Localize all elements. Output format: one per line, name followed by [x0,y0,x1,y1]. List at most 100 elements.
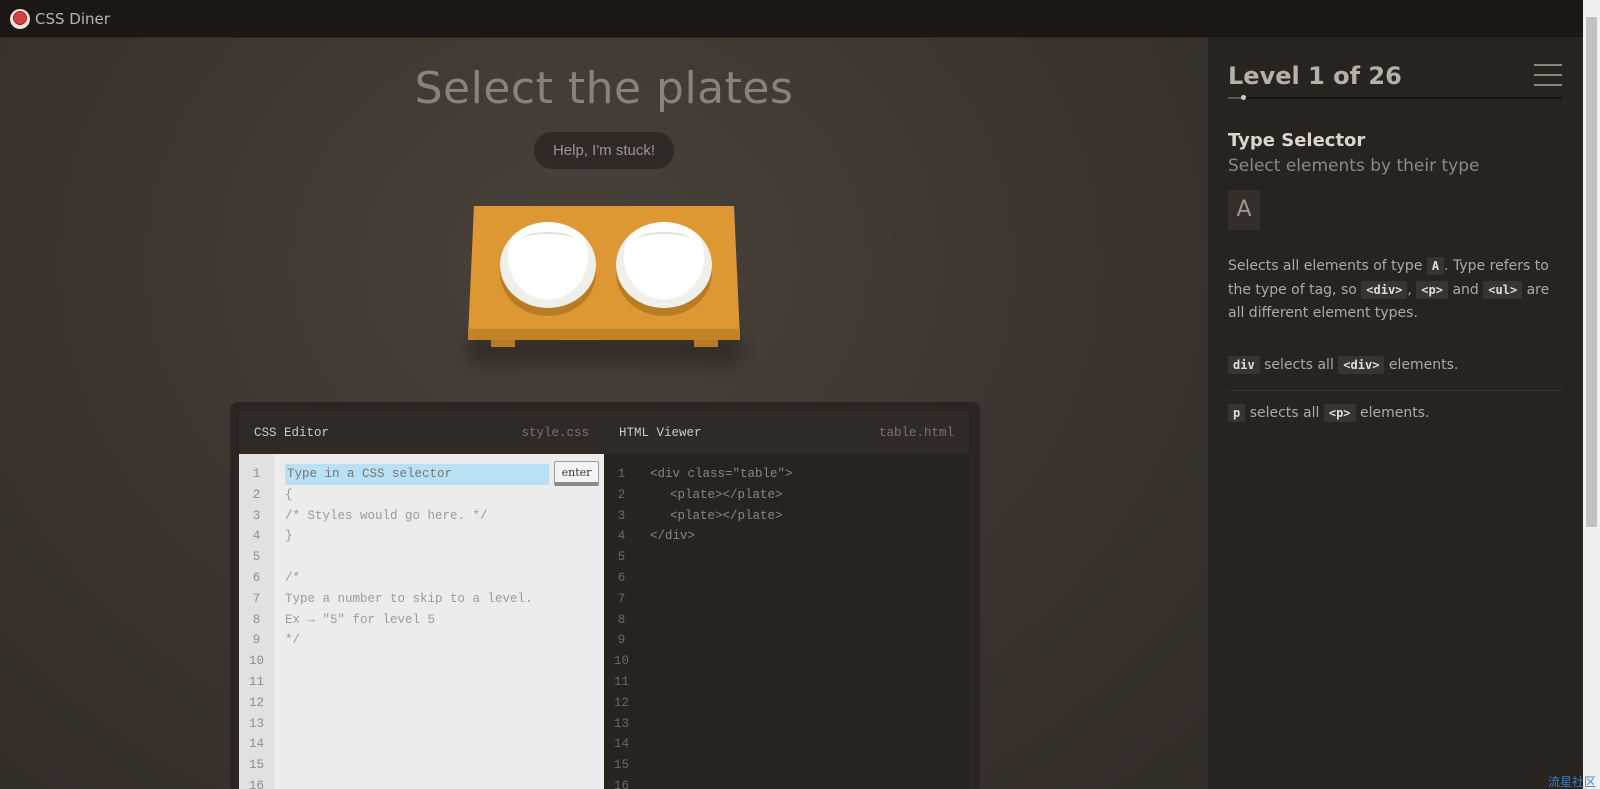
css-editor-body: 12345678910111213141516 enter { /* Style… [239,454,604,789]
css-code: { /* Styles would go here. */ } /* Type … [285,485,596,651]
help-button[interactable]: Help, I'm stuck! [534,132,674,169]
text: selects all [1249,405,1320,421]
text: Selects all elements of type [1228,258,1423,274]
app-title: CSS Diner [35,10,110,28]
code-line: } [285,529,293,544]
table-edge [468,329,740,340]
text: and [1452,281,1479,298]
code-tag: A [1426,257,1445,275]
enter-button[interactable]: enter [554,461,599,486]
code-line: { [285,487,293,502]
code-line: */ [285,633,301,648]
code-tag: <ul> [1483,280,1523,299]
css-filename: style.css [521,425,589,440]
line-number: 11 [613,674,629,689]
line-number: 1 [617,467,626,481]
progress-marker [1241,95,1246,100]
line-number: 2 [617,487,626,502]
css-editor-header: CSS Editor style.css [239,411,604,454]
line-number: 9 [252,633,261,648]
code-tag: <p> [1416,280,1448,299]
css-editor-title: CSS Editor [254,425,330,440]
code-tag: p [1228,404,1246,422]
table-leg-left [491,340,515,347]
code-line[interactable]: <div class="table"> [650,464,961,485]
line-number: 6 [252,570,261,585]
progress-fill [1228,97,1241,99]
line-number: 8 [617,612,626,627]
logo-icon [10,9,30,29]
line-number: 12 [613,695,629,710]
line-number: 7 [617,591,626,606]
code-tag: div [1228,356,1260,374]
line-number: 12 [248,695,264,710]
divider [1228,390,1562,391]
code-line[interactable]: <plate></plate> [650,485,961,506]
code-line: /* Styles would go here. */ [285,508,488,523]
scrollbar[interactable] [1583,0,1600,789]
example-div: div selects all <div> elements. [1228,356,1562,374]
table-leg-right [694,340,718,347]
code-line: Type a number to skip to a level. [285,591,533,606]
line-number: 10 [613,654,629,669]
html-viewer-body: 1 2 3 4 5 6 7 8 9 10 11 12 13 14 15 16 <div class="tabl… [604,454,969,789]
selector-syntax: A [1228,190,1260,230]
line-number: 5 [617,550,626,565]
line-number: 1 [252,467,261,481]
html-viewer-pane: HTML Viewer table.html 1 2 3 4 5 6 7 8 9 10 11 12 13… [604,411,969,789]
text: elements. [1359,405,1430,421]
code-line[interactable]: </div> [650,526,961,547]
line-number: 13 [613,716,629,731]
line-number: 15 [248,758,264,773]
watermark: 流星社区 [1548,775,1597,789]
text: , [1407,281,1412,298]
selector-explanation: Selects all elements of type A. Type ref… [1228,255,1568,326]
level-instruction: Select the plates [414,63,794,114]
css-line-numbers: 1 2 3 4 5 6 7 8 9 10 11 12 13 14 15 16 [239,454,274,789]
line-number: 14 [248,737,264,752]
code-line: Ex → "5" for level 5 [285,612,436,627]
line-number: 14 [613,737,629,752]
line-number: 5 [252,550,261,565]
css-selector-input[interactable] [285,464,549,485]
line-number: 13 [248,716,264,731]
line-number: 9 [617,633,626,648]
top-bar: CSS Diner [0,0,1583,38]
html-code: <div class="table"> <plate></plate> <pla… [650,464,961,547]
line-number: 8 [252,612,261,627]
plate-1 [500,222,596,308]
code-tag: <p> [1323,404,1356,422]
line-number: 4 [617,529,626,544]
line-number: 16 [248,778,264,789]
css-editor-pane: CSS Editor style.css 1 2 3 4 5 6 7 8 9 10 11 12 13 14… [239,411,604,789]
line-number: 2 [252,487,261,502]
html-line-numbers: 1 2 3 4 5 6 7 8 9 10 11 12 13 14 15 16 [604,454,639,789]
code-tag: <div> [1361,280,1408,299]
scrollbar-thumb[interactable] [1586,17,1597,527]
line-number: 7 [252,591,261,606]
example-p: p selects all <p> elements. [1228,404,1562,422]
level-indicator: Level 1 of 26 [1228,62,1402,90]
hamburger-menu-icon[interactable] [1534,64,1562,86]
line-number: 10 [248,654,264,669]
code-line[interactable]: <plate></plate> [650,506,961,527]
html-viewer-header: HTML Viewer table.html [604,411,969,454]
selector-description: Select elements by their type [1228,156,1480,176]
editor-window: CSS Editor style.css 1 2 3 4 5 6 7 8 9 10 11 12 13 14… [230,402,980,789]
line-number: 6 [617,570,626,585]
line-number: 3 [617,508,626,523]
code-line: /* [285,570,301,585]
line-number: 15 [613,758,629,773]
html-filename: table.html [878,425,954,440]
selector-name: Type Selector [1228,130,1366,151]
level-progress-bar [1228,95,1562,100]
line-number: 4 [252,529,261,544]
line-number: 11 [248,674,264,689]
text: selects all [1264,357,1334,373]
sidebar: Level 1 of 26 Type Selector Select eleme… [1208,38,1583,789]
line-number: 16 [613,778,629,789]
plate-2 [616,222,712,308]
line-number: 3 [252,508,261,523]
code-tag: <div> [1338,356,1385,374]
